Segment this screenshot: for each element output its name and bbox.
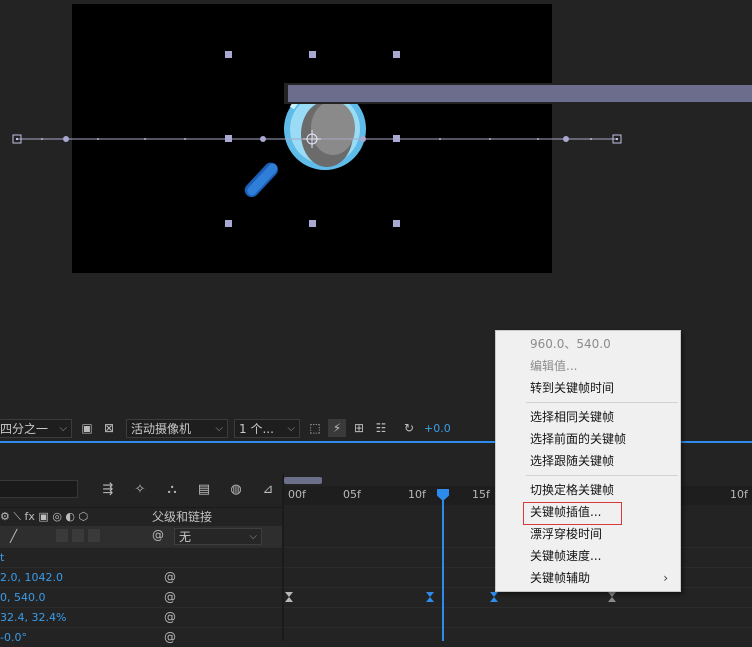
flowchart-icon[interactable]: ☷: [372, 419, 390, 437]
keyframe-row: [284, 607, 752, 627]
pen-icon[interactable]: ╱: [10, 529, 17, 543]
chevron-down-icon: ⌵: [215, 422, 223, 434]
views-select[interactable]: 1 个... ⌵: [234, 418, 300, 438]
tick-label: 05f: [343, 488, 361, 501]
menu-item-label: 关键帧辅助: [530, 571, 591, 585]
menu-item-keyframe-interpolation[interactable]: 关键帧插值...: [496, 501, 680, 523]
menu-item-rove-across-time[interactable]: 漂浮穿梭时间: [496, 523, 680, 545]
parent-value: 无: [179, 530, 192, 544]
work-area-bar[interactable]: [284, 477, 322, 484]
chevron-down-icon: ⌵: [59, 422, 67, 434]
motion-path-overlay: [12, 51, 622, 227]
resolution-select[interactable]: 四分之一 ⌵: [0, 418, 72, 438]
property-label: t: [0, 551, 5, 564]
keyframe-icon: [426, 592, 434, 602]
views-value: 1 个...: [239, 421, 274, 436]
menu-separator: [526, 402, 678, 403]
property-value[interactable]: 0, 540.0: [0, 591, 45, 604]
property-row-position[interactable]: 2.0, 1042.0 @: [0, 567, 282, 587]
frame-blending-icon[interactable]: ▤: [188, 479, 220, 499]
layer-duration-row[interactable]: [284, 83, 752, 104]
search-input[interactable]: [0, 480, 78, 498]
timeline-switches: ⇶ ✧ ⛬ ▤ ◍ ⊿: [92, 479, 284, 499]
property-row-anchor[interactable]: 0, 540.0 @: [0, 587, 282, 607]
tick-label: 10f: [730, 488, 748, 501]
menu-item-edit-value: 编辑值...: [530, 359, 578, 373]
menu-item-keyframe-velocity[interactable]: 关键帧速度...: [496, 545, 680, 567]
fast-preview-icon[interactable]: ⚡: [328, 419, 346, 437]
menu-item-toggle-hold-keyframe[interactable]: 切换定格关键帧: [496, 479, 680, 501]
menu-item-select-equal-keyframes[interactable]: 选择相同关键帧: [496, 406, 680, 428]
toggle-pixel-aspect-icon[interactable]: ⬚: [306, 419, 324, 437]
transparency-grid-icon[interactable]: ⊠: [100, 419, 118, 437]
property-row[interactable]: t: [0, 547, 282, 567]
menu-item-select-following-keyframes[interactable]: 选择跟随关键帧: [496, 450, 680, 472]
spiral-link-icon[interactable]: @: [164, 630, 176, 644]
switch-box[interactable]: [72, 529, 84, 542]
menu-item-go-to-keyframe-time[interactable]: 转到关键帧时间: [496, 377, 680, 399]
keyframe-context-menu: 960.0、540.0 编辑值... 转到关键帧时间 选择相同关键帧 选择前面的…: [495, 330, 681, 592]
magnifier-graphic[interactable]: [242, 86, 366, 200]
keyframe-icon: [490, 592, 498, 602]
property-value[interactable]: -0.0°: [0, 631, 27, 644]
menu-separator: [526, 475, 678, 476]
chevron-down-icon: ⌵: [249, 531, 257, 542]
parent-select[interactable]: 无 ⌵: [174, 528, 262, 545]
menu-item-select-previous-keyframes[interactable]: 选择前面的关键帧: [496, 428, 680, 450]
playhead-line[interactable]: [442, 490, 444, 641]
keyframe-row: [284, 627, 752, 647]
spiral-link-icon[interactable]: @: [164, 590, 176, 604]
chevron-right-icon: ›: [663, 571, 668, 585]
timeline-icon[interactable]: ⊞: [350, 419, 368, 437]
tick-label: 15f: [472, 488, 490, 501]
chevron-down-icon: ⌵: [287, 422, 295, 434]
graph-editor-icon[interactable]: ⊿: [252, 479, 284, 499]
region-of-interest-icon[interactable]: ▣: [78, 419, 96, 437]
spiral-link-icon[interactable]: @: [152, 528, 164, 542]
tick-label: 00f: [288, 488, 306, 501]
switch-box[interactable]: [88, 529, 100, 542]
resolution-value: 四分之一: [0, 421, 49, 436]
layer-row[interactable]: ╱ @ 无 ⌵: [0, 526, 282, 547]
reset-exposure-icon[interactable]: ↻: [400, 419, 418, 437]
menu-item-value: 960.0、540.0: [530, 337, 611, 351]
exposure-value[interactable]: +0.0: [424, 422, 451, 435]
layer-duration-bar[interactable]: [288, 85, 752, 102]
camera-value: 活动摄像机: [131, 421, 192, 436]
spiral-link-icon[interactable]: @: [164, 570, 176, 584]
spiral-link-icon[interactable]: @: [164, 610, 176, 624]
camera-select[interactable]: 活动摄像机 ⌵: [126, 418, 228, 438]
keyframe-icon: [285, 592, 293, 602]
property-row-rotation[interactable]: -0.0° @: [0, 627, 282, 647]
keyframe-icon: [608, 592, 616, 602]
property-value[interactable]: 32.4, 32.4%: [0, 611, 66, 624]
tick-label: 10f: [408, 488, 426, 501]
switch-box[interactable]: [56, 529, 68, 542]
menu-item-keyframe-assistant[interactable]: 关键帧辅助 ›: [496, 567, 680, 589]
switch-icons: ⚙ ⟍ fx ▣ ◎ ◐ ⬡: [0, 509, 89, 523]
property-value[interactable]: 2.0, 1042.0: [0, 571, 63, 584]
draft-3d-icon[interactable]: ✧: [124, 479, 156, 499]
parent-link-header: 父级和链接: [152, 510, 213, 524]
column-header: ⚙ ⟍ fx ▣ ◎ ◐ ⬡: [0, 507, 282, 525]
property-row-scale[interactable]: 32.4, 32.4% @: [0, 607, 282, 627]
motion-blur-icon[interactable]: ◍: [220, 479, 252, 499]
composition-flowchart-icon[interactable]: ⇶: [92, 479, 124, 499]
shy-layers-icon[interactable]: ⛬: [156, 479, 188, 499]
